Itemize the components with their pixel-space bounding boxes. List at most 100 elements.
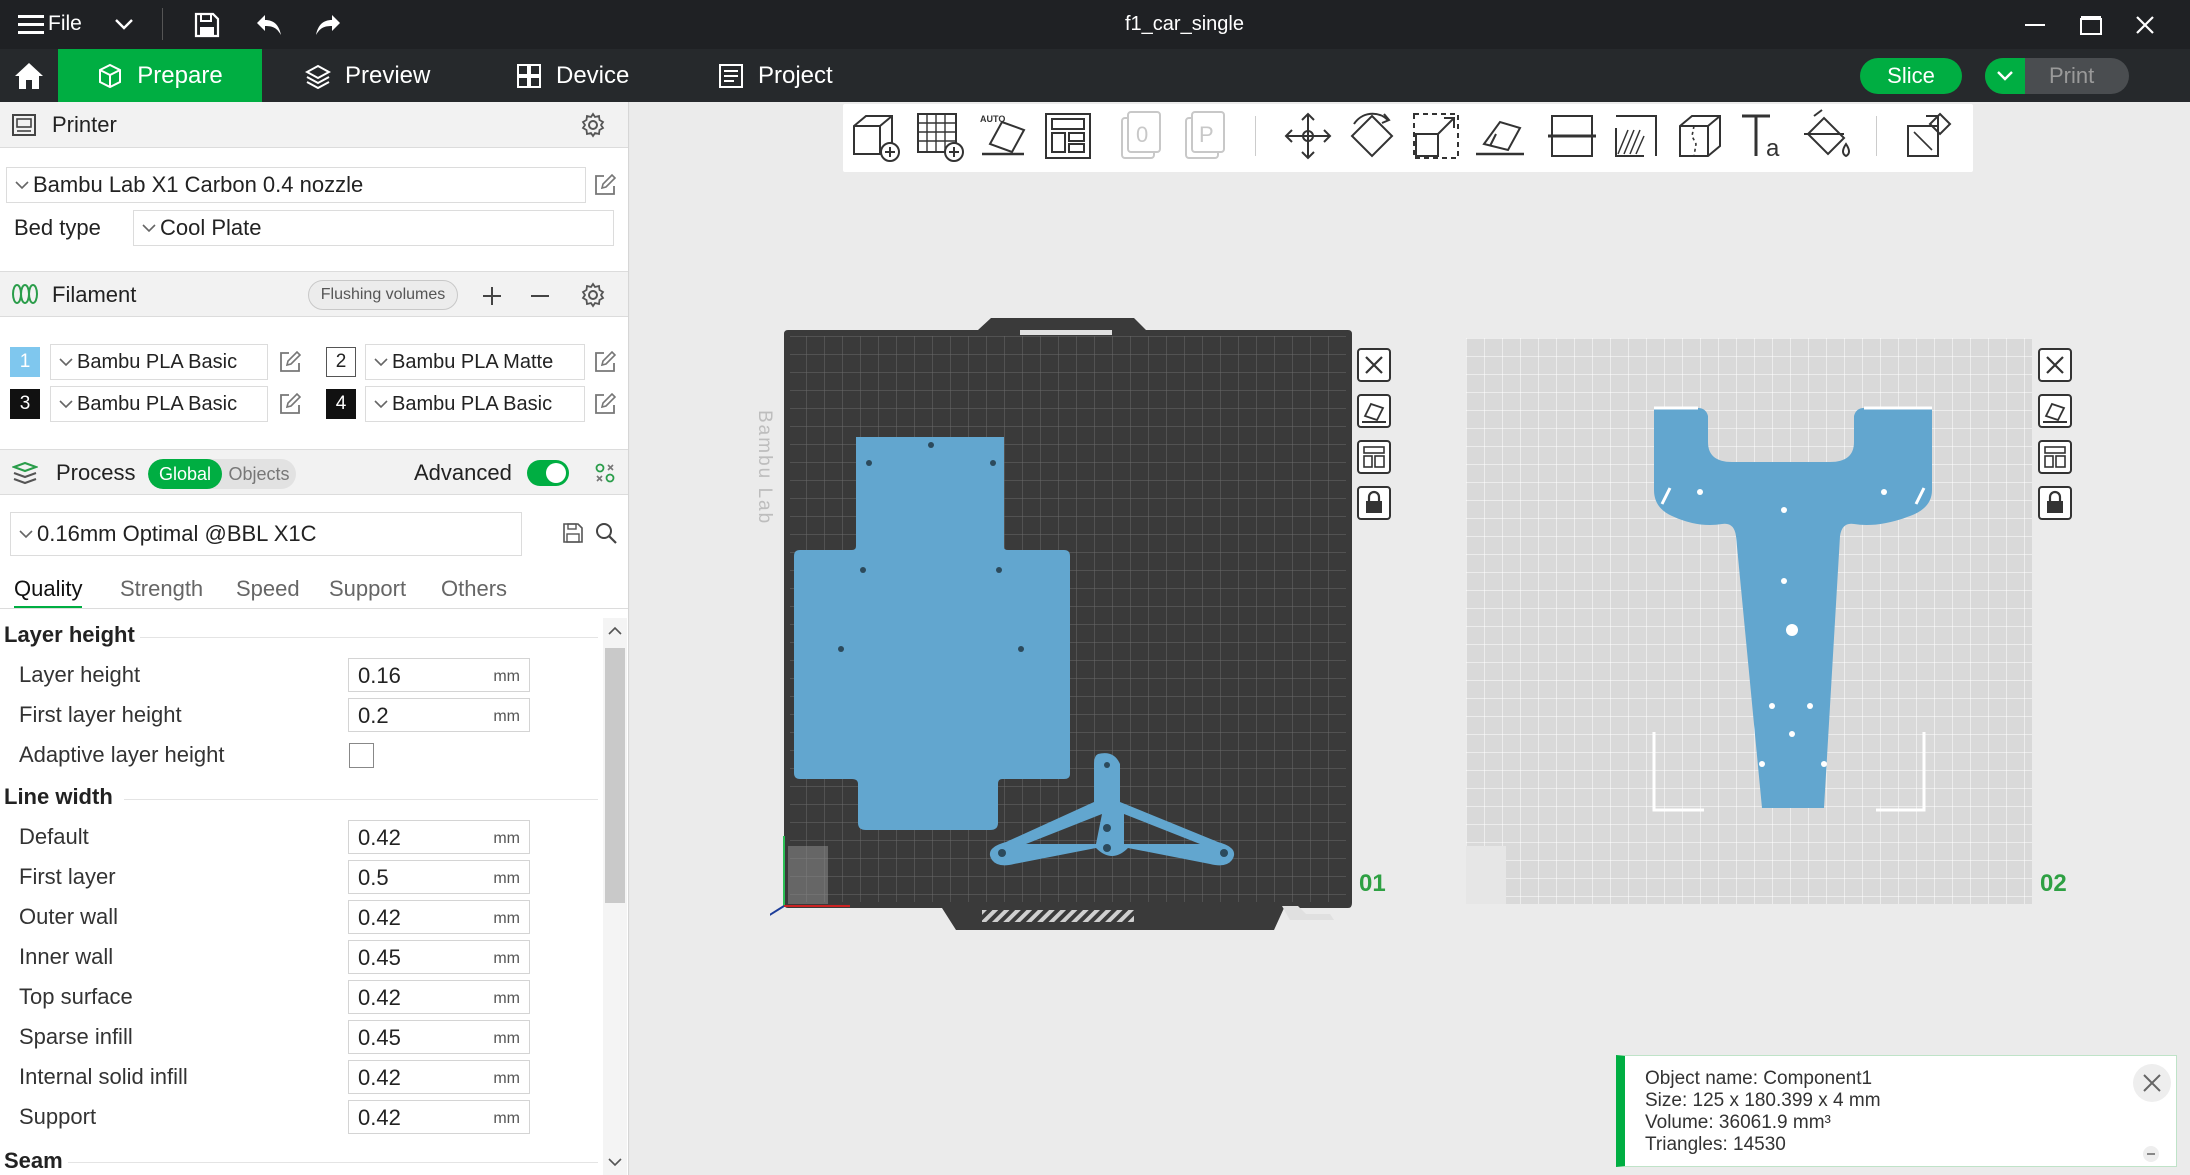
plate-1-brand-label: Bambu Lab <box>754 410 775 526</box>
text-tool-icon[interactable]: a <box>1736 108 1792 164</box>
add-object-icon[interactable] <box>848 108 904 164</box>
search-icon[interactable] <box>595 522 617 544</box>
edit-printer-icon[interactable] <box>594 174 616 196</box>
line-width-outer-wall-input[interactable]: 0.42 mm <box>348 900 530 934</box>
plate-1-orient-icon[interactable] <box>1357 394 1391 428</box>
tab-others[interactable]: Others <box>441 576 507 602</box>
redo-icon[interactable] <box>314 13 342 37</box>
filament-settings-gear-icon[interactable] <box>580 282 606 308</box>
printer-select[interactable]: Bambu Lab X1 Carbon 0.4 nozzle <box>6 167 586 203</box>
process-preset-select[interactable]: 0.16mm Optimal @BBL X1C <box>10 512 522 556</box>
line-width-internal-solid-infill-value: 0.42 <box>358 1065 401 1090</box>
home-icon[interactable] <box>0 49 58 102</box>
plate-1-lock-icon[interactable] <box>1357 486 1391 520</box>
line-width-top-surface-input[interactable]: 0.42 mm <box>348 980 530 1014</box>
color-paint-icon[interactable] <box>1800 108 1856 164</box>
slice-button[interactable]: Slice <box>1860 58 1962 94</box>
toggle-global[interactable]: Global <box>148 459 222 489</box>
filament-slot-4-swatch[interactable]: 4 <box>326 389 356 419</box>
scroll-up-arrow-icon[interactable] <box>608 626 622 635</box>
scale-icon[interactable] <box>1408 108 1464 164</box>
plate-1-arrange-icon[interactable] <box>1357 440 1391 474</box>
tab-device[interactable]: Device <box>516 49 629 102</box>
scrollbar-thumb[interactable] <box>605 648 625 903</box>
tab-project[interactable]: Project <box>718 49 833 102</box>
support-paint-icon[interactable] <box>1608 108 1664 164</box>
model-chassis-front[interactable] <box>1648 404 1938 814</box>
maximize-icon[interactable] <box>2080 15 2102 35</box>
orient-disabled-icon: 0 <box>1121 111 1161 159</box>
hamburger-menu-icon[interactable] <box>18 14 44 36</box>
print-dropdown[interactable]: Print <box>1985 58 2129 94</box>
arrange-icon[interactable] <box>1040 108 1096 164</box>
file-menu[interactable]: File <box>48 12 82 36</box>
filament-slot-3-select[interactable]: Bambu PLA Basic <box>50 386 268 422</box>
adaptive-layer-height-checkbox[interactable] <box>349 743 374 768</box>
line-width-default-input[interactable]: 0.42 mm <box>348 820 530 854</box>
print-dropdown-chevron[interactable] <box>1985 58 2025 94</box>
print-button-label[interactable]: Print <box>2049 63 2094 89</box>
minimize-icon[interactable] <box>2025 24 2045 26</box>
tab-prepare[interactable]: Prepare <box>58 49 262 102</box>
tab-preview[interactable]: Preview <box>305 49 430 102</box>
remove-filament-icon[interactable] <box>529 285 551 307</box>
layer-height-value: 0.16 <box>358 663 401 688</box>
toolbar-divider <box>1876 116 1877 156</box>
printer-settings-gear-icon[interactable] <box>580 112 606 138</box>
assembly-view-icon[interactable] <box>1900 108 1956 164</box>
line-width-internal-solid-infill-input[interactable]: 0.42 mm <box>348 1060 530 1094</box>
advanced-label: Advanced <box>414 460 512 485</box>
save-icon[interactable] <box>194 12 220 38</box>
lay-on-face-icon[interactable] <box>1472 108 1528 164</box>
collapse-info-icon[interactable] <box>2143 1146 2159 1162</box>
close-window-icon[interactable] <box>2135 15 2155 35</box>
close-info-icon[interactable] <box>2133 1064 2171 1102</box>
printer-model: Bambu Lab X1 Carbon 0.4 nozzle <box>33 172 364 197</box>
edit-filament-4-icon[interactable] <box>594 393 616 415</box>
add-filament-icon[interactable] <box>481 285 503 307</box>
auto-orient-icon[interactable]: AUTO <box>976 108 1032 164</box>
plate-2-lock-icon[interactable] <box>2038 486 2072 520</box>
first-layer-height-input[interactable]: 0.2 mm <box>348 698 530 732</box>
move-icon[interactable] <box>1280 108 1336 164</box>
save-preset-icon[interactable] <box>563 523 583 543</box>
plate-2-orient-icon[interactable] <box>2038 394 2072 428</box>
line-width-sparse-infill-input[interactable]: 0.45 mm <box>348 1020 530 1054</box>
filament-slot-2-select[interactable]: Bambu PLA Matte <box>365 344 585 380</box>
flushing-volumes-button[interactable]: Flushing volumes <box>308 280 458 310</box>
settings-scrollbar[interactable] <box>603 618 627 1175</box>
tab-strength[interactable]: Strength <box>120 576 203 602</box>
chevron-down-icon[interactable] <box>114 18 134 30</box>
edit-filament-3-icon[interactable] <box>279 393 301 415</box>
filament-slot-1-swatch[interactable]: 1 <box>10 347 40 377</box>
compare-presets-icon[interactable] <box>594 462 616 484</box>
scroll-down-arrow-icon[interactable] <box>608 1158 622 1167</box>
plate-2-arrange-icon[interactable] <box>2038 440 2072 474</box>
plate-1-delete-icon[interactable] <box>1357 348 1391 382</box>
edit-filament-1-icon[interactable] <box>279 351 301 373</box>
layer-height-input[interactable]: 0.16 mm <box>348 658 530 692</box>
line-width-support-input[interactable]: 0.42 mm <box>348 1100 530 1134</box>
filament-slot-1-select[interactable]: Bambu PLA Basic <box>50 344 268 380</box>
line-width-default-label: Default <box>19 824 89 849</box>
cut-icon[interactable] <box>1544 108 1600 164</box>
line-width-first-layer-input[interactable]: 0.5 mm <box>348 860 530 894</box>
global-objects-toggle[interactable]: Global Objects <box>148 459 296 489</box>
model-front-wing-mount[interactable] <box>988 752 1242 874</box>
seam-paint-icon[interactable] <box>1672 108 1728 164</box>
tab-speed[interactable]: Speed <box>236 576 300 602</box>
rotate-icon[interactable] <box>1344 108 1400 164</box>
filament-slot-2-swatch[interactable]: 2 <box>326 347 356 377</box>
toggle-objects[interactable]: Objects <box>222 459 296 489</box>
filament-slot-4-select[interactable]: Bambu PLA Basic <box>365 386 585 422</box>
bed-type-select[interactable]: Cool Plate <box>133 210 614 246</box>
undo-icon[interactable] <box>255 13 283 37</box>
tab-quality[interactable]: Quality <box>14 576 83 609</box>
advanced-switch[interactable] <box>527 460 569 486</box>
plate-2-delete-icon[interactable] <box>2038 348 2072 382</box>
tab-support[interactable]: Support <box>329 576 406 602</box>
edit-filament-2-icon[interactable] <box>594 351 616 373</box>
add-plate-icon[interactable] <box>912 108 968 164</box>
line-width-inner-wall-input[interactable]: 0.45 mm <box>348 940 530 974</box>
filament-slot-3-swatch[interactable]: 3 <box>10 389 40 419</box>
